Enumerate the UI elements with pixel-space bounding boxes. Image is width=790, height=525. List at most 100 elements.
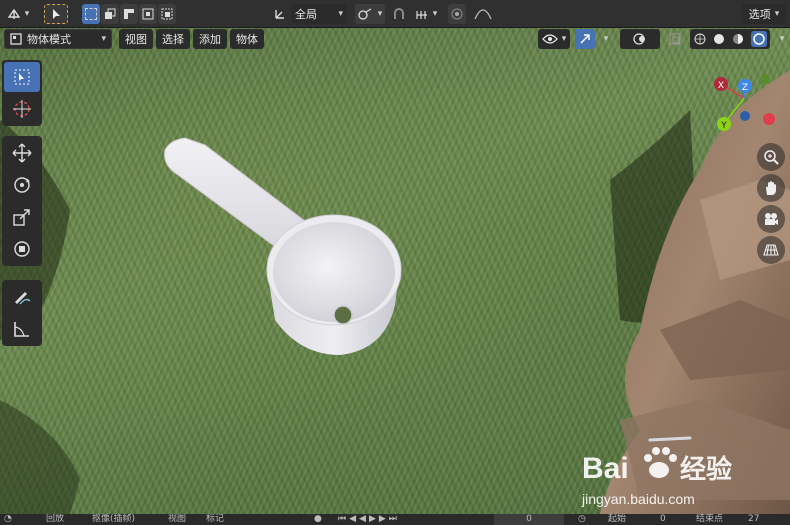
xray-toggle-button[interactable] [666,29,684,49]
material-shading-icon[interactable] [732,33,744,45]
toolbox-group-transform [2,136,42,266]
timeline-menu-view[interactable]: 视图 [168,514,186,525]
transform-orientation-dropdown[interactable]: 全局 ▾ [291,4,347,24]
start-frame-value[interactable]: 0 [660,514,666,525]
select-cursor-icon [14,69,30,85]
playback-controls[interactable]: ⏮◀◀▶▶⏭ [338,514,400,525]
menu-object-label: 物体 [236,33,258,46]
options-dropdown[interactable]: 选项 ▾ [742,4,786,24]
timeline-editor-icon[interactable]: ◔ [4,514,12,525]
end-frame-value[interactable]: 27 [748,514,759,525]
gizmo-neg-y[interactable] [760,74,770,84]
select-mode-new-button[interactable] [82,4,100,24]
pivot-point-button[interactable]: ▾ [355,4,385,24]
proportional-edit-button[interactable] [448,4,466,24]
select-mode-invert-button[interactable] [139,4,157,24]
select-mode-subtract-button[interactable] [120,4,138,24]
intersect-select-icon [161,8,173,20]
gizmo-dropdown[interactable]: ▾ [596,29,612,49]
gizmo-x-label: X [718,81,724,91]
timeline-menu-marker[interactable]: 标记 [206,514,224,525]
axis-orientation-icon [275,10,284,19]
xray-icon [669,33,681,45]
timeline-header: ◔ 回放 抠像(插帧) 视图 标记 ● ⏮◀◀▶▶⏭ 0 ◷ 起始 0 结束点 … [0,514,790,525]
watermark-brand-left: Bai [582,452,629,485]
cursor-arrow-icon [53,9,60,19]
chevron-down-icon: ▾ [774,9,780,19]
select-mode-extend-button[interactable] [101,4,119,24]
invert-select-icon [142,8,154,20]
tool-rotate[interactable] [4,170,40,200]
visibility-dropdown[interactable]: ▾ [538,29,570,49]
falloff-button[interactable] [468,4,498,24]
chevron-down-icon: ▾ [338,9,343,19]
ortho-toggle-button[interactable] [757,236,785,264]
camera-view-button[interactable] [757,205,785,233]
pan-button[interactable] [757,174,785,202]
camera-icon [765,213,778,225]
chevron-down-icon: ▾ [603,34,609,44]
chevron-down-icon: ▾ [24,9,30,19]
pencil-icon [15,292,31,305]
magnet-icon [394,8,404,19]
navigation-gizmo[interactable]: X Z Y [708,70,788,134]
menu-view[interactable]: 视图 [119,29,153,49]
overlays-toggle-button[interactable] [620,29,660,49]
editor-type-button[interactable]: ▾ [2,4,34,24]
object-mode-dropdown[interactable]: 物体模式 ▾ [4,29,112,49]
gizmo-neg-x[interactable] [763,113,775,125]
current-frame-field[interactable]: 0 [494,514,564,525]
tool-measure[interactable] [4,314,40,344]
proportional-edit-icon [451,8,463,20]
start-frame-label: 起始 [608,514,627,524]
menu-add[interactable]: 添加 [193,29,227,49]
tool-annotate[interactable] [4,282,40,312]
timeline-menu-keying[interactable]: 抠像(插帧) [92,514,135,525]
baidu-watermark: Bai 经验 jingyan.baidu.com [580,436,755,514]
tool-cursor[interactable] [4,94,40,124]
tool-move[interactable] [4,138,40,168]
gizmo-toggle-button[interactable] [575,29,595,49]
chevron-down-icon: ▾ [432,9,438,19]
3d-cursor-icon [13,100,31,118]
scale-icon [13,209,30,226]
shading-options-dropdown[interactable]: ▾ [772,29,788,49]
snap-toggle-button[interactable] [390,4,408,24]
gizmo-z-label: Z [742,83,748,93]
overlay-circles-icon [633,33,645,45]
wireframe-shading-icon[interactable] [694,33,706,45]
editor-type-icon [7,8,21,19]
viewport-menu-row: 物体模式 ▾ 视图 选择 添加 物体 ▾ ▾ ▾ [0,28,790,50]
gizmo-neg-z[interactable] [740,111,750,121]
snap-target-button[interactable]: ▾ [410,4,442,24]
rendered-shading-button[interactable] [750,31,767,47]
gizmo-y-label: Y [720,121,727,131]
watermark-url: jingyan.baidu.com [581,491,695,507]
options-label: 选项 [748,8,771,21]
move-arrows-icon [12,143,32,163]
select-mode-intersect-button[interactable] [158,4,176,24]
timeline-menu-playback[interactable]: 回放 [46,514,64,525]
menu-select[interactable]: 选择 [156,29,190,49]
shading-mode-group [690,29,770,49]
paw-icon [644,447,677,478]
tool-transform[interactable] [4,234,40,264]
transform-orientation-icon-button[interactable] [270,4,290,24]
zoom-icon [764,150,779,165]
viewport-header: ▾ 全局 ▾ ▾ ▾ 选项 ▾ [0,0,790,28]
solid-shading-icon[interactable] [713,33,725,45]
menu-object[interactable]: 物体 [230,29,264,49]
grid-icon [763,244,779,256]
select-tool-button[interactable] [44,4,68,24]
subtract-select-icon [124,9,134,19]
tool-scale[interactable] [4,202,40,232]
eye-icon [541,34,558,44]
record-button[interactable]: ● [314,514,322,525]
object-mode-icon [10,33,22,45]
scoop-hole [333,305,353,325]
chevron-down-icon: ▾ [377,9,383,19]
tool-select-box[interactable] [4,62,40,92]
clock-icon: ◷ [578,514,586,524]
toolbox-group-annotate [2,280,42,346]
zoom-button[interactable] [757,143,785,171]
